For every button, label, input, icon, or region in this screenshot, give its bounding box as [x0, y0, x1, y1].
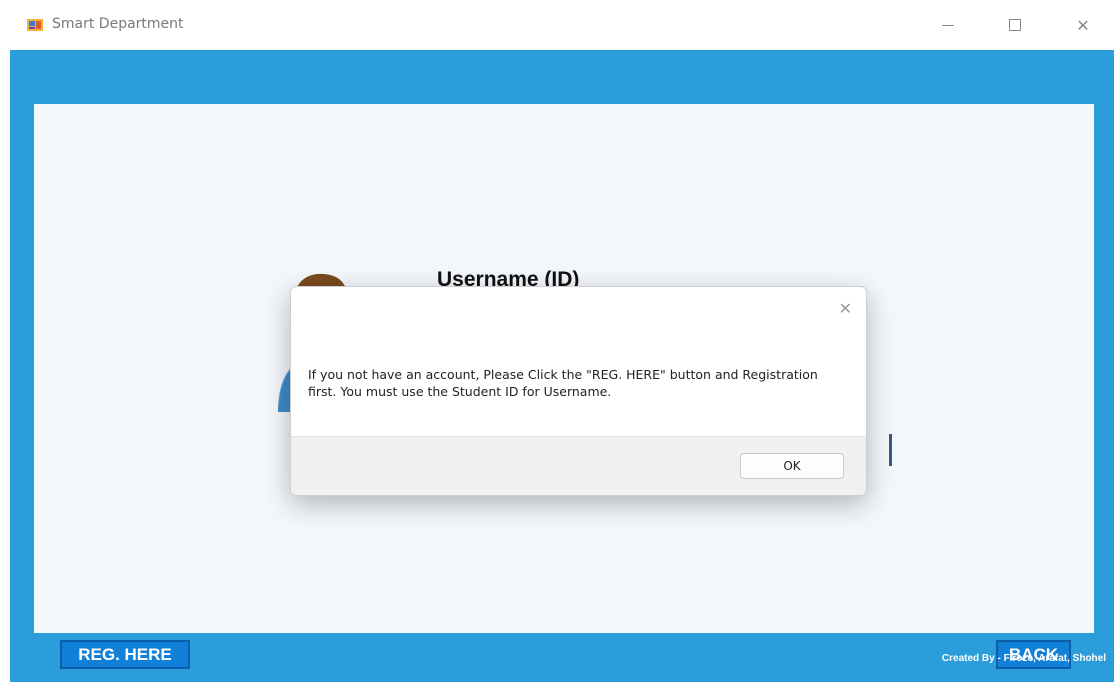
window-title: Smart Department	[52, 16, 184, 32]
maximize-button[interactable]	[995, 12, 1035, 38]
dialog-close-button[interactable]: ✕	[839, 299, 852, 318]
username-input-edge[interactable]	[889, 434, 892, 466]
app-icon	[27, 19, 43, 31]
maximize-icon	[1009, 19, 1021, 31]
close-icon: ✕	[838, 299, 852, 318]
message-dialog: ✕ If you not have an account, Please Cli…	[290, 286, 867, 496]
register-button[interactable]: REG. HERE	[60, 640, 190, 669]
ok-button[interactable]: OK	[740, 453, 844, 479]
minimize-button[interactable]	[928, 12, 968, 38]
dialog-footer: OK	[291, 436, 866, 495]
dialog-message: If you not have an account, Please Click…	[308, 367, 818, 399]
minimize-icon	[942, 24, 954, 26]
app-window: Smart Department ✕ Username (ID) REG. HE…	[0, 0, 1114, 682]
title-bar[interactable]: Smart Department ✕	[10, 0, 1114, 50]
close-button[interactable]: ✕	[1063, 12, 1103, 38]
credit-text: Created By - Firoze, Arafat, Shohel	[941, 653, 1106, 664]
close-icon: ✕	[1076, 15, 1090, 35]
window-edge	[0, 50, 10, 682]
